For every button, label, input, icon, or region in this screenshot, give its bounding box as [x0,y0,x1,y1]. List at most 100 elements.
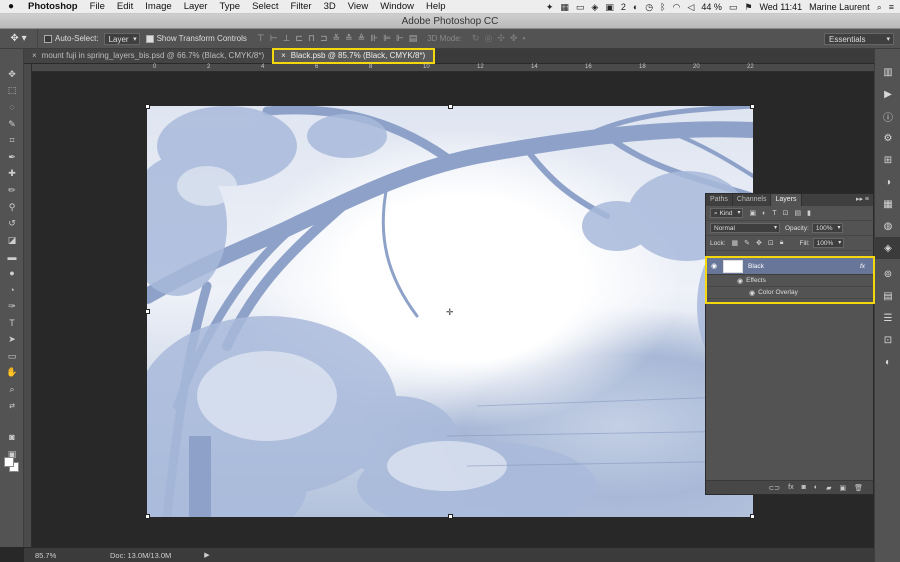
menu-select[interactable]: Select [246,1,284,12]
apple-icon[interactable]: ● [0,1,22,12]
new-layer-icon[interactable]: ▣ [839,484,846,492]
filter-adjustment-icon[interactable]: ◐ [762,210,766,217]
menu-file[interactable]: File [84,1,111,12]
flag-icon[interactable]: ⚑ [744,2,752,13]
panel-menu-icon[interactable]: ▸▸ ≡ [856,194,869,206]
navigator-icon[interactable]: ◐ [875,351,900,373]
monitor-icon[interactable]: ▭ [576,2,585,13]
filter-shape-icon[interactable]: ⊡ [783,209,789,217]
pen-tool-icon[interactable]: ✑ [0,298,24,315]
menu-list-icon[interactable]: ≡ [889,2,894,12]
align-center-icon[interactable]: ⊓ [308,33,315,44]
play-action-icon[interactable]: ▶ [875,83,900,105]
blur-tool-icon[interactable]: ● [0,265,24,282]
dodge-tool-icon[interactable]: ◔ [0,282,24,299]
filter-toggle-icon[interactable]: ▮ [807,209,811,217]
channels-icon[interactable]: ⊚ [875,263,900,285]
menu-view[interactable]: View [342,1,374,12]
layer-row-black[interactable]: ◉ Black fx [707,258,873,275]
bluetooth-icon[interactable]: ᛒ [660,2,665,12]
styles-icon[interactable]: ◍ [875,215,900,237]
marquee-tool-icon[interactable]: ⬚ [0,83,24,100]
3d-pan-icon[interactable]: ✣ [497,33,505,44]
menu-help[interactable]: Help [420,1,452,12]
new-adjustment-icon[interactable]: ◐ [814,484,818,491]
menu-3d[interactable]: 3D [318,1,342,12]
color-overlay-row[interactable]: ◉ Color Overlay [707,287,873,299]
transform-center-icon[interactable]: ✛ [446,307,454,318]
auto-select-checkbox[interactable] [44,34,52,43]
tab-mount-fuji[interactable]: × mount fuji in spring_layers_bis.psd @ 6… [24,49,274,63]
delete-layer-icon[interactable]: 🗑︎ [854,484,863,492]
tab-black-psb[interactable]: × Black.psb @ 85.7% (Black, CMYK/8*) [272,48,436,64]
tab-paths[interactable]: Paths [706,194,733,206]
menu-edit[interactable]: Edit [111,1,139,12]
filter-kind-dropdown[interactable]: ⌕ Kind [710,208,744,218]
lock-position-icon[interactable]: ✥ [756,239,762,247]
distribute-right-icon[interactable]: ⊩ [396,33,404,44]
opacity-input[interactable]: 100% [811,223,844,233]
distribute-top-icon[interactable]: ≚ [333,33,341,44]
close-tab-icon[interactable]: × [32,51,37,60]
blend-mode-dropdown[interactable]: Normal [710,223,780,233]
3d-slide-icon[interactable]: ✤ [510,33,518,44]
shape-tool-icon[interactable]: ▭ [0,348,24,365]
libraries-icon[interactable]: ☰ [875,307,900,329]
align-left-icon[interactable]: ⊏ [295,33,303,44]
filter-pixel-icon[interactable]: ▣ [749,209,756,217]
swatches-icon[interactable]: ▦ [875,193,900,215]
wifi-icon[interactable]: ◠ [673,2,681,13]
info-icon[interactable]: ⓘ [875,105,900,127]
transform-handle-bm[interactable] [448,514,453,519]
tab-layers[interactable]: Layers [771,194,802,206]
adjustments-icon[interactable]: ⚙ [875,127,900,149]
status-menu-icon[interactable]: ▶ [204,551,209,559]
link-layers-icon[interactable]: ⊂⊃ [768,484,780,492]
color-overlay-eye-icon[interactable]: ◉ [749,289,755,297]
new-group-icon[interactable]: ▰ [826,484,831,492]
dropbox-icon[interactable]: ✦ [546,2,554,13]
transform-handle-tl[interactable] [145,104,150,109]
auto-select-dropdown[interactable]: Layer [103,32,140,45]
swap-colors-icon[interactable]: ⇄ [0,398,24,415]
3d-roll-icon[interactable]: ◎ [484,33,492,44]
lock-all-icon[interactable]: 🔒︎ [780,239,784,247]
align-top-icon[interactable]: ⊤ [257,33,265,44]
layer-thumbnail[interactable] [723,259,743,273]
foreground-color-swatch[interactable] [4,457,14,467]
paths-icon[interactable]: ⊡ [875,329,900,351]
properties-icon[interactable]: ▤ [875,285,900,307]
search-icon[interactable]: ⌕ [877,2,882,13]
zoom-tool-icon[interactable]: ⌕ [0,381,24,398]
crop-tool-icon[interactable]: ⌗ [0,132,24,149]
add-style-icon[interactable]: fx [788,484,793,491]
distribute-middle-icon[interactable]: ≛ [345,33,353,44]
history-brush-icon[interactable]: ↺ [0,215,24,232]
transform-handle-tr[interactable] [750,104,755,109]
align-middle-icon[interactable]: ⊢ [270,33,278,44]
shield-icon[interactable]: ◈ [591,2,598,13]
hand-tool-icon[interactable]: ✋ [0,365,24,382]
close-tab-icon[interactable]: × [281,51,286,60]
align-right-icon[interactable]: ⊐ [320,33,328,44]
lock-transparent-icon[interactable]: ▦ [732,239,739,247]
app-icon[interactable]: ◐ [633,2,638,12]
grid-icon[interactable]: ▦ [560,2,569,13]
brush-tool-icon[interactable]: ✏ [0,182,24,199]
user-name[interactable]: Marine Laurent [809,2,870,12]
distribute-left-icon[interactable]: ⊪ [370,33,378,44]
quick-select-tool-icon[interactable]: ✎ [0,116,24,133]
clock[interactable]: Wed 11:41 [759,2,802,12]
lock-image-icon[interactable]: ✎ [744,239,750,247]
move-tool-preset[interactable]: ✥ ▾ [0,28,38,49]
menu-app[interactable]: Photoshop [22,1,84,12]
battery-icon[interactable]: ▭ [729,2,738,13]
transform-handle-tm[interactable] [448,104,453,109]
layer-name[interactable]: Black [748,263,764,270]
lock-artboard-icon[interactable]: ⊡ [768,239,774,247]
transform-handle-bl[interactable] [145,514,150,519]
show-transform-checkbox[interactable] [145,34,154,43]
quick-mask-icon[interactable]: ◙ [0,429,24,446]
clone-stamp-icon[interactable]: ⚲ [0,199,24,216]
notification-icon[interactable]: ▣ [605,2,614,13]
